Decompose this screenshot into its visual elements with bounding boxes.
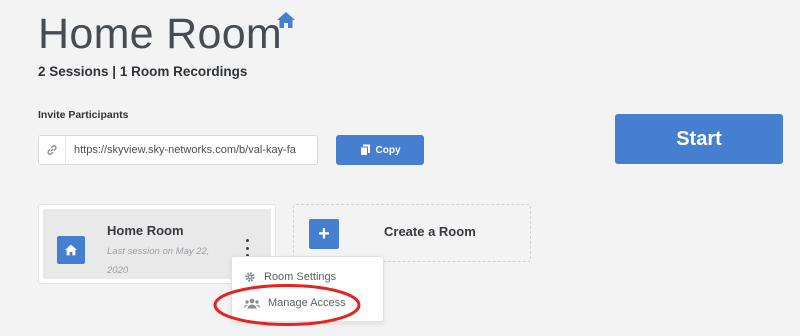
- gear-icon: [245, 272, 255, 282]
- menu-item-room-settings[interactable]: Room Settings: [244, 271, 336, 283]
- create-room-button[interactable]: + Create a Room: [293, 204, 531, 262]
- link-icon: [39, 136, 66, 164]
- page-title: Home Room: [38, 10, 283, 58]
- menu-item-label: Room Settings: [264, 271, 337, 283]
- copy-button-label: Copy: [375, 144, 401, 156]
- plus-icon: +: [309, 219, 339, 249]
- invite-label: Invite Participants: [38, 109, 129, 121]
- copy-icon: [359, 144, 370, 156]
- room-home-icon: [57, 236, 85, 264]
- create-room-label: Create a Room: [384, 224, 476, 239]
- start-button[interactable]: Start: [615, 114, 783, 164]
- room-name: Home Room: [107, 223, 184, 238]
- menu-item-label: Manage Access: [268, 297, 346, 309]
- room-options-kebab-icon[interactable]: [241, 239, 253, 257]
- room-last-session: Last session on May 22, 2020: [107, 246, 210, 276]
- room-options-dropdown: Room Settings Manage Access: [231, 256, 384, 322]
- home-icon: [277, 12, 295, 28]
- copy-button[interactable]: Copy: [336, 135, 424, 165]
- room-stats: 2 Sessions | 1 Room Recordings: [38, 64, 248, 79]
- invite-url-value[interactable]: https://skyview.sky-networks.com/b/val-k…: [66, 144, 317, 156]
- users-icon: [244, 298, 260, 308]
- menu-item-manage-access[interactable]: Manage Access: [244, 297, 346, 309]
- invite-url-field[interactable]: https://skyview.sky-networks.com/b/val-k…: [38, 135, 318, 165]
